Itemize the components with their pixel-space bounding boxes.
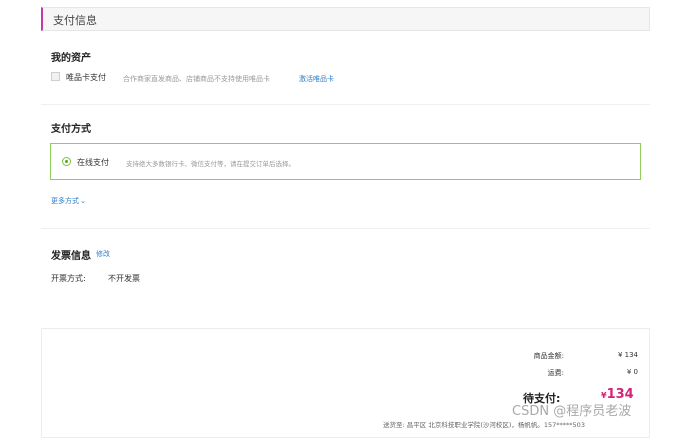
- more-methods-label: 更多方式: [51, 197, 79, 205]
- vip-card-checkbox[interactable]: [51, 72, 60, 81]
- delivery-address: 送货至: 昌平区 北京科技职业学院(沙河校区)，杨帆帆。157*****503: [383, 421, 585, 429]
- payment-method-title: 支付方式: [51, 124, 91, 135]
- invoice-title: 发票信息: [51, 251, 91, 262]
- vip-card-note: 合作商家直发商品、店铺商品不支持使用唯品卡: [123, 75, 270, 83]
- activate-vip-card-link[interactable]: 激活唯品卡: [299, 74, 334, 84]
- divider: [41, 228, 650, 229]
- online-payment-desc: 支持绝大多数银行卡、微信支付等，请在提交订单后选择。: [126, 160, 295, 168]
- invoice-type-label: 开票方式:: [51, 274, 86, 283]
- invoice-type-value: 不开发票: [108, 274, 140, 283]
- chevron-down-icon: ⌄: [80, 197, 86, 205]
- online-payment-label[interactable]: 在线支付: [77, 157, 109, 168]
- online-payment-option[interactable]: 在线支付 支持绝大多数银行卡、微信支付等，请在提交订单后选择。: [50, 143, 641, 180]
- vip-card-label[interactable]: 唯品卡支付: [66, 72, 106, 83]
- online-payment-radio[interactable]: [62, 157, 71, 166]
- divider: [41, 104, 650, 105]
- invoice-edit-link[interactable]: 修改: [96, 249, 110, 259]
- shipping-value: ¥ 0: [626, 368, 638, 376]
- payment-info-header: 支付信息: [41, 7, 650, 31]
- csdn-watermark: CSDN @程序员老波: [512, 404, 632, 419]
- shipping-label: 运费:: [547, 369, 564, 377]
- payment-info-title: 支付信息: [53, 14, 97, 27]
- goods-amount-label: 商品金额:: [533, 352, 564, 360]
- my-assets-title: 我的资产: [51, 53, 91, 64]
- more-methods-link[interactable]: 更多方式⌄: [51, 196, 86, 206]
- goods-amount-value: ¥ 134: [617, 351, 638, 359]
